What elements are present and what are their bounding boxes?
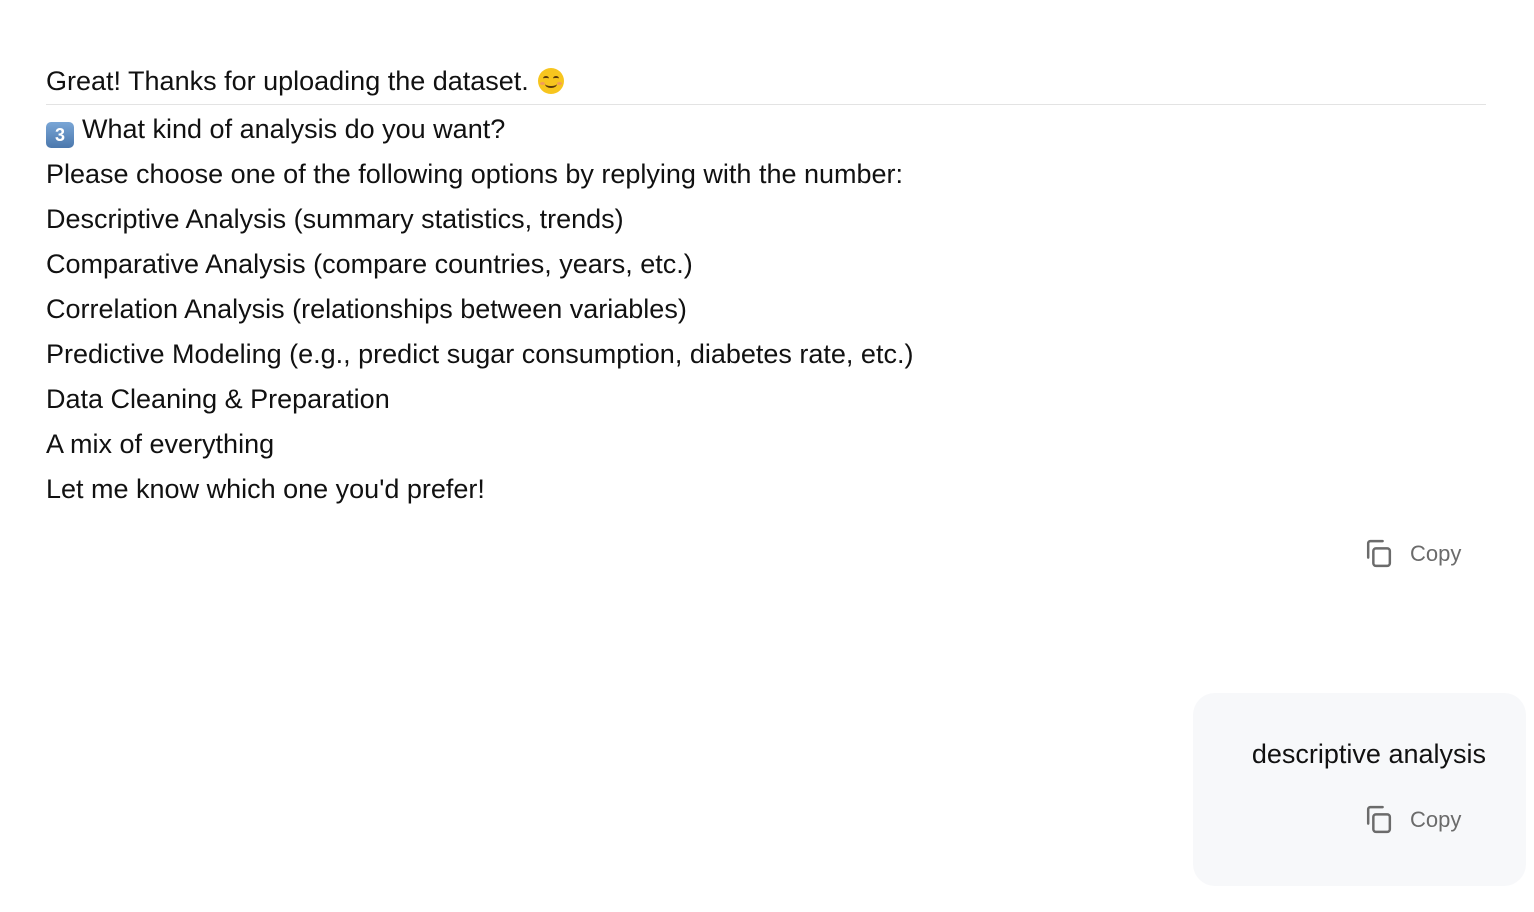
- copy-label: Copy: [1410, 540, 1462, 566]
- option-item: Predictive Modeling (e.g., predict sugar…: [46, 339, 914, 369]
- option-item: Comparative Analysis (compare countries,…: [46, 249, 693, 279]
- user-copy-button[interactable]: Copy: [1362, 803, 1461, 836]
- assistant-message: Great! Thanks for uploading the dataset.…: [46, 60, 1486, 512]
- instruction-text: Please choose one of the following optio…: [46, 159, 904, 189]
- option-item: Descriptive Analysis (summary statistics…: [46, 204, 624, 234]
- smiling-face-icon: [538, 68, 565, 94]
- option-item: Data Cleaning & Preparation: [46, 384, 390, 414]
- copy-label: Copy: [1410, 806, 1462, 832]
- closing-text: Let me know which one you'd prefer!: [46, 474, 485, 504]
- option-item: A mix of everything: [46, 429, 275, 459]
- greeting-line: Great! Thanks for uploading the dataset.: [46, 60, 1486, 105]
- option-item: Correlation Analysis (relationships betw…: [46, 294, 687, 324]
- copy-icon: [1366, 805, 1392, 834]
- copy-icon: [1366, 539, 1392, 568]
- assistant-copy-button[interactable]: Copy: [1362, 537, 1461, 570]
- greeting-text: Great! Thanks for uploading the dataset.: [46, 66, 529, 96]
- question-line: 3 What kind of analysis do you want?: [46, 107, 1486, 152]
- question-text: What kind of analysis do you want?: [82, 114, 506, 144]
- keycap-three-icon: 3: [46, 122, 74, 148]
- chat-page: Great! Thanks for uploading the dataset.…: [0, 0, 1534, 912]
- user-message-bubble: descriptive analysis Copy: [1193, 693, 1526, 886]
- user-message-text: descriptive analysis: [1251, 739, 1486, 769]
